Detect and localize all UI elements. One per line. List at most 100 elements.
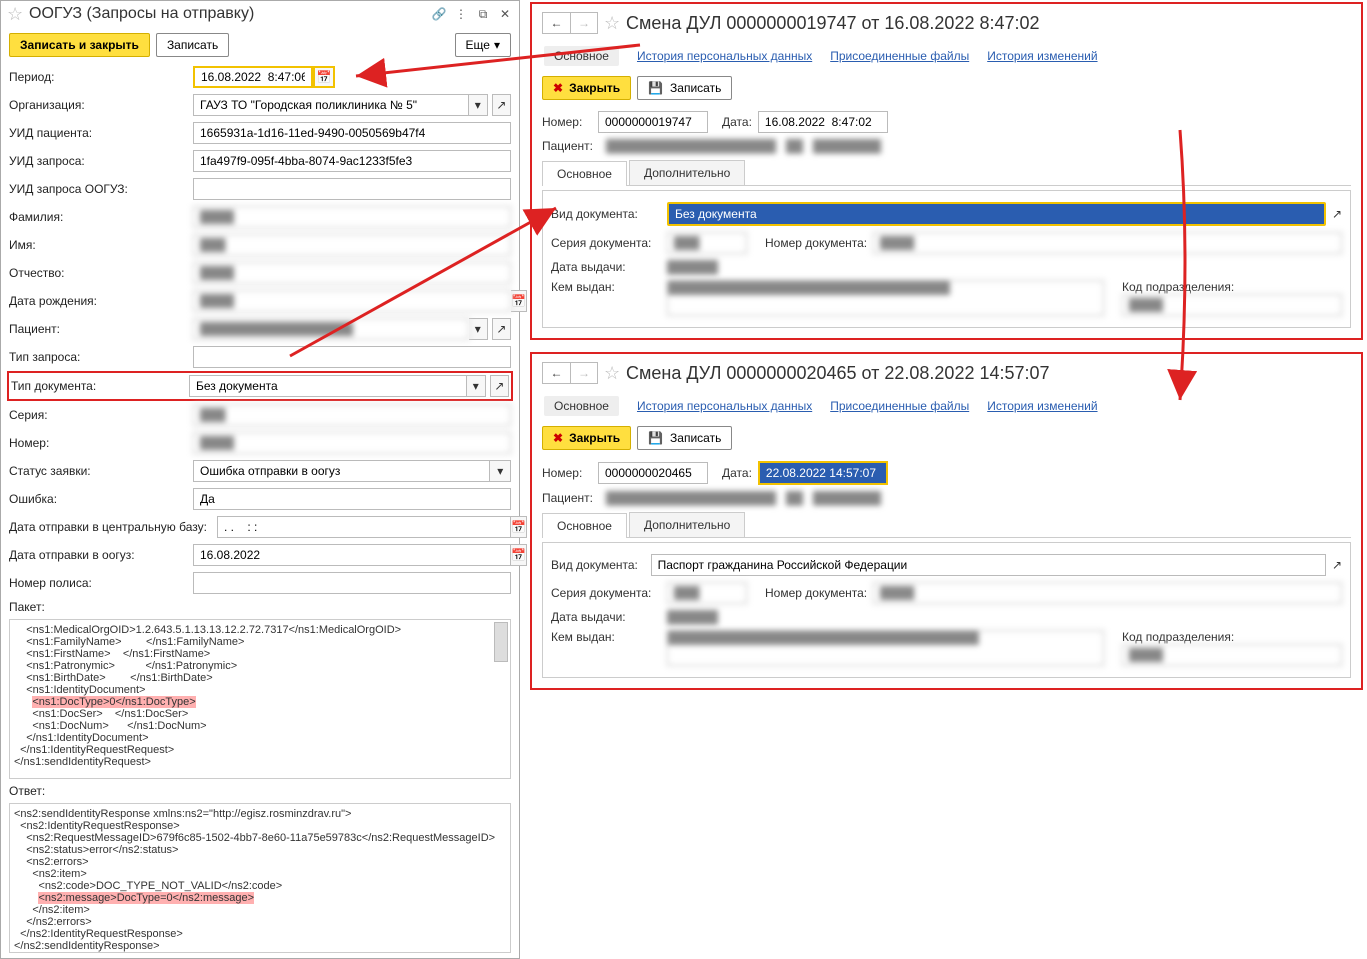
send-ooguz-input[interactable] <box>193 544 511 566</box>
inner-tab-additional[interactable]: Дополнительно <box>629 160 745 185</box>
issuedby-input[interactable]: ███████████████████████████████████████ <box>667 280 1104 316</box>
open-icon[interactable]: ↗ <box>1332 207 1342 221</box>
label-polis: Номер полиса: <box>9 576 185 590</box>
issuedate-value: ██████ <box>667 260 757 274</box>
docseries-input[interactable] <box>667 232 747 254</box>
org-input[interactable] <box>193 94 469 116</box>
inner-tab-main[interactable]: Основное <box>542 161 627 186</box>
link-icon[interactable]: 🔗 <box>431 6 447 22</box>
tab-history[interactable]: История персональных данных <box>637 49 812 63</box>
save-button[interactable]: 💾Записать <box>637 426 732 450</box>
docseries-input[interactable] <box>667 582 747 604</box>
tab-main[interactable]: Основное <box>544 396 619 416</box>
tab-history[interactable]: История персональных данных <box>637 399 812 413</box>
calendar-icon[interactable]: 📅 <box>313 66 335 88</box>
firstname-input[interactable] <box>193 234 511 256</box>
label-req-uid-ooguz: УИД запроса ООГУЗ: <box>9 182 185 196</box>
label-patronymic: Отчество: <box>9 266 185 280</box>
label-patient: Пациент: <box>542 491 600 505</box>
star-icon[interactable]: ☆ <box>604 365 620 381</box>
label-packet: Пакет: <box>9 600 185 614</box>
number-input[interactable] <box>598 111 708 133</box>
patient-uid-input[interactable] <box>193 122 511 144</box>
date-input[interactable]: 22.08.2022 14:57:07 <box>760 463 886 483</box>
star-icon[interactable]: ☆ <box>604 15 620 31</box>
label-date: Дата: <box>722 466 752 480</box>
card-title: Смена ДУЛ 0000000019747 от 16.08.2022 8:… <box>626 13 1351 34</box>
lastname-input[interactable] <box>193 206 511 228</box>
patient-value: ████████████████████ ██ ████████ <box>606 139 881 153</box>
label-send-central: Дата отправки в центральную базу: <box>9 520 209 534</box>
close-icon[interactable]: ✕ <box>497 6 513 22</box>
save-button[interactable]: 💾Записать <box>637 76 732 100</box>
dropdown-icon[interactable]: ▾ <box>469 94 488 116</box>
back-button[interactable]: ← <box>542 362 570 384</box>
label-req-uid: УИД запроса: <box>9 154 185 168</box>
answer-textarea[interactable]: <ns2:sendIdentityResponse xmlns:ns2="htt… <box>9 803 511 953</box>
open-icon[interactable]: ↗ <box>492 94 511 116</box>
label-patient: Пациент: <box>542 139 600 153</box>
tab-files[interactable]: Присоединенные файлы <box>830 49 969 63</box>
forward-button[interactable]: → <box>570 362 598 384</box>
reqtype-input[interactable] <box>193 346 511 368</box>
chevron-down-icon: ▾ <box>494 38 500 52</box>
deptcode-input[interactable] <box>1122 294 1342 316</box>
dropdown-icon[interactable]: ▾ <box>469 318 488 340</box>
req-uid-input[interactable] <box>193 150 511 172</box>
forward-button[interactable]: → <box>570 12 598 34</box>
card-title: Смена ДУЛ 0000000020465 от 22.08.2022 14… <box>626 363 1351 384</box>
label-birthdate: Дата рождения: <box>9 294 185 308</box>
error-input[interactable] <box>193 488 511 510</box>
docnum-input[interactable] <box>873 582 1342 604</box>
inner-tab-main[interactable]: Основное <box>542 513 627 538</box>
date-input[interactable] <box>758 111 888 133</box>
patient-input[interactable] <box>193 318 469 340</box>
close-button[interactable]: ✖Закрыть <box>542 426 631 450</box>
tab-changes[interactable]: История изменений <box>987 399 1097 413</box>
kebab-icon[interactable]: ⋮ <box>453 6 469 22</box>
number-input[interactable] <box>598 462 708 484</box>
star-icon[interactable]: ☆ <box>7 6 23 22</box>
tab-changes[interactable]: История изменений <box>987 49 1097 63</box>
req-uid-ooguz-input[interactable] <box>193 178 511 200</box>
dropdown-icon[interactable]: ▾ <box>490 460 511 482</box>
packet-textarea[interactable]: <ns1:MedicalOrgOID>1.2.643.5.1.13.13.12.… <box>9 619 511 779</box>
open-icon[interactable]: ↗ <box>1332 558 1342 572</box>
dockind-input[interactable] <box>651 554 1326 576</box>
open-icon[interactable]: ↗ <box>492 318 511 340</box>
card-1: ← → ☆ Смена ДУЛ 0000000019747 от 16.08.2… <box>530 2 1363 340</box>
more-button[interactable]: Еще ▾ <box>455 33 511 57</box>
label-send-ooguz: Дата отправки в оогуз: <box>9 548 185 562</box>
close-button[interactable]: ✖Закрыть <box>542 76 631 100</box>
birthdate-input[interactable] <box>193 290 511 312</box>
label-answer: Ответ: <box>9 784 185 798</box>
save-close-button[interactable]: Записать и закрыть <box>9 33 150 57</box>
status-input[interactable] <box>193 460 490 482</box>
send-central-input[interactable] <box>217 516 511 538</box>
number-input[interactable] <box>193 432 511 454</box>
label-issuedby: Кем выдан: <box>551 280 661 294</box>
deptcode-input[interactable] <box>1122 644 1342 666</box>
period-input[interactable] <box>193 66 313 88</box>
inner-tab-additional[interactable]: Дополнительно <box>629 512 745 537</box>
back-button[interactable]: ← <box>542 12 570 34</box>
issuedby-input[interactable]: ████████████████████████████████████████… <box>667 630 1104 666</box>
label-patient-uid: УИД пациента: <box>9 126 185 140</box>
doctype-input[interactable] <box>189 375 467 397</box>
scrollbar[interactable] <box>494 622 508 662</box>
save-button[interactable]: Записать <box>156 33 229 57</box>
series-input[interactable] <box>193 404 511 426</box>
open-icon[interactable]: ↗ <box>490 375 509 397</box>
detach-icon[interactable]: ⧉ <box>475 6 491 22</box>
label-dockind: Вид документа: <box>551 207 661 221</box>
docnum-input[interactable] <box>873 232 1342 254</box>
patronymic-input[interactable] <box>193 262 511 284</box>
polis-input[interactable] <box>193 572 511 594</box>
tab-main[interactable]: Основное <box>544 46 619 66</box>
dropdown-icon[interactable]: ▾ <box>467 375 486 397</box>
label-lastname: Фамилия: <box>9 210 185 224</box>
tab-files[interactable]: Присоединенные файлы <box>830 399 969 413</box>
card-2: ← → ☆ Смена ДУЛ 0000000020465 от 22.08.2… <box>530 352 1363 690</box>
label-issuedby: Кем выдан: <box>551 630 661 644</box>
dockind-input[interactable]: Без документа <box>669 204 1324 224</box>
